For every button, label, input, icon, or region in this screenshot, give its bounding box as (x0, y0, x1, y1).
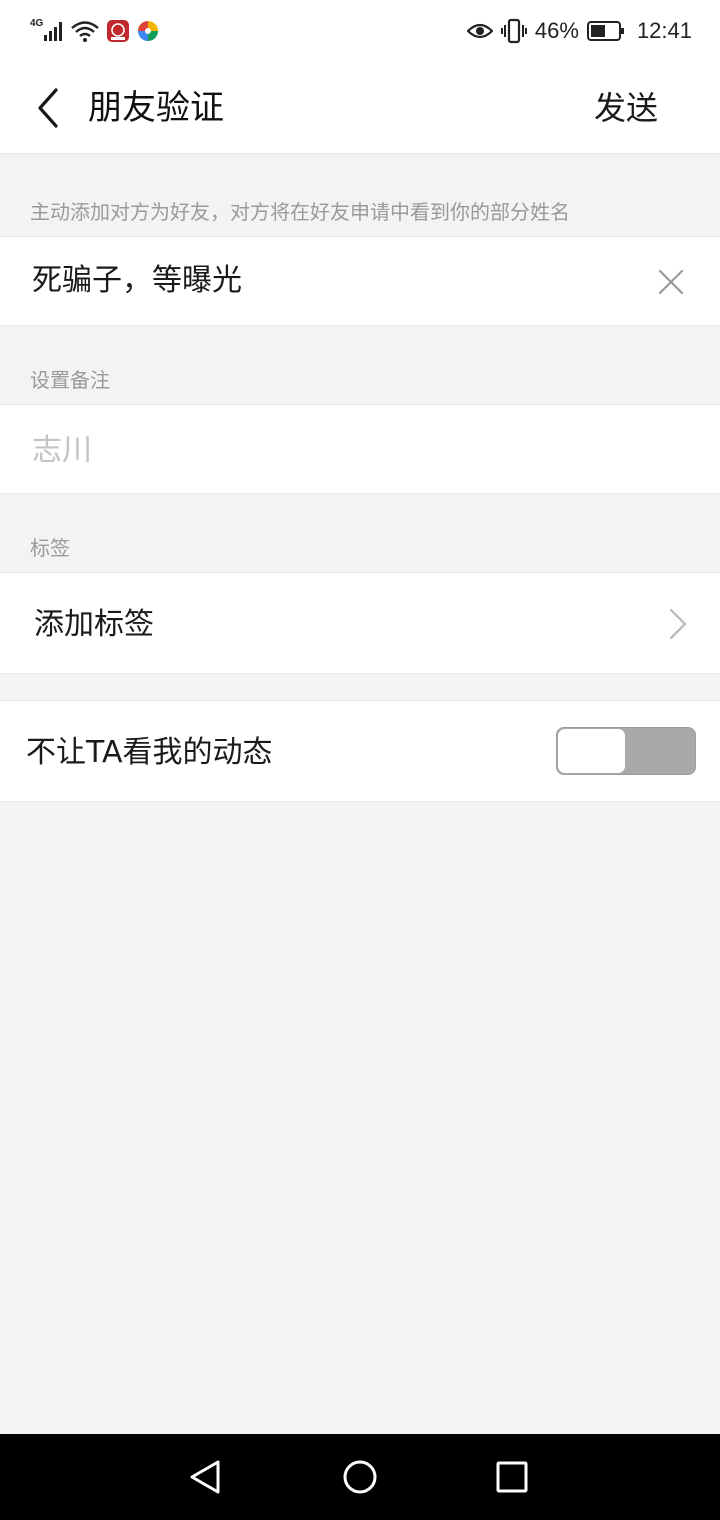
nav-home-button[interactable] (340, 1458, 380, 1498)
verification-message-row[interactable]: 死骗子，等曝光 (0, 236, 720, 326)
remark-row[interactable]: 志川 (0, 404, 720, 494)
status-left: 4G (30, 16, 160, 46)
app-notification-icon (107, 20, 129, 42)
toggle-knob (558, 729, 625, 773)
back-triangle-icon (190, 1460, 220, 1494)
remark-section-label: 设置备注 (30, 368, 110, 392)
home-circle-icon (343, 1460, 377, 1494)
colorful-app-icon (138, 21, 158, 41)
hide-moments-label: 不让TA看我的动态 (26, 735, 273, 770)
hide-moments-toggle[interactable] (556, 727, 696, 775)
signal-icon: 4G (30, 19, 64, 43)
clock: 12:41 (636, 18, 692, 43)
status-bar: 4G 46% 12:41 (0, 0, 720, 62)
recents-square-icon (496, 1461, 528, 1493)
clear-button[interactable] (656, 267, 686, 297)
vibrate-icon (500, 18, 527, 44)
add-tag-label: 添加标签 (34, 607, 154, 642)
title-bar: 朋友验证 发送 (0, 62, 720, 154)
nav-back-button[interactable] (186, 1458, 226, 1498)
navigation-bar (0, 1434, 720, 1520)
battery-icon (586, 21, 624, 41)
wifi-icon (71, 21, 99, 42)
hide-moments-row: 不让TA看我的动态 (0, 700, 720, 802)
page-title: 朋友验证 (88, 88, 224, 128)
eye-icon (466, 23, 493, 39)
remark-input[interactable]: 志川 (32, 431, 92, 471)
status-right: 46% 12:41 (466, 14, 692, 48)
back-button[interactable] (30, 86, 70, 130)
send-button[interactable]: 发送 (594, 84, 658, 132)
battery-percent: 46% (534, 18, 579, 43)
nav-recents-button[interactable] (492, 1458, 532, 1498)
chevron-left-icon (38, 88, 58, 128)
verification-message-input[interactable]: 死骗子，等曝光 (32, 261, 242, 301)
verification-hint: 主动添加对方为好友，对方将在好友申请中看到你的部分姓名 (30, 200, 570, 224)
add-tag-row[interactable]: 添加标签 (0, 572, 720, 674)
close-icon (658, 269, 684, 295)
chevron-right-icon (668, 607, 688, 641)
tags-section-label: 标签 (30, 536, 70, 560)
